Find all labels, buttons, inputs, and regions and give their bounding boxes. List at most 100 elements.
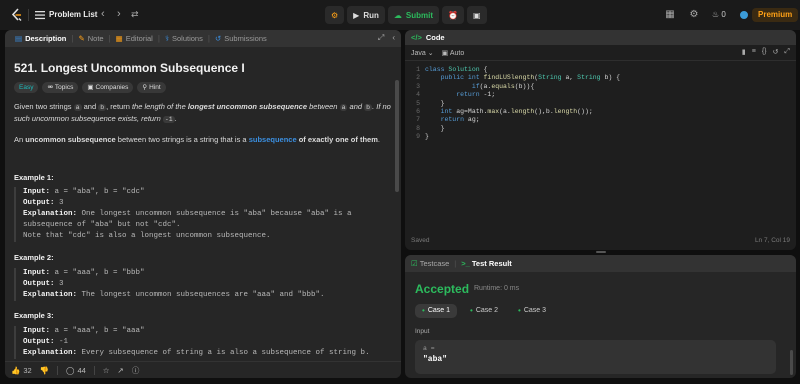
example-explanation: Explanation: Every subsequence of string… — [23, 348, 388, 359]
companies-label: Companies — [95, 84, 129, 91]
inline-code: -1 — [162, 116, 175, 123]
maximize-icon[interactable]: ⤢ — [378, 33, 384, 43]
run-button[interactable]: ▶ Run — [347, 6, 385, 24]
layout-grid-icon[interactable]: ▦ — [664, 9, 676, 21]
tag-icon: ⚮ — [47, 84, 53, 91]
example-input: Input: a = "aaa", b = "bbb" — [23, 268, 388, 279]
desc-strong: longest uncommon subsequence — [187, 102, 308, 111]
premium-button[interactable]: Premium — [752, 8, 799, 22]
book-icon: ▦ — [115, 34, 123, 43]
example-explanation-cont: Note that "cdc" is also a longest uncomm… — [23, 232, 271, 240]
desc-text: , return — [106, 102, 132, 111]
code-text: int ag=Math.max(a.length(),b.length()); — [425, 108, 593, 116]
tab-solutions[interactable]: ⚕ Solutions — [160, 30, 208, 47]
hint-label: Hint — [149, 84, 161, 91]
companies-button[interactable]: ▣ Companies — [82, 82, 134, 93]
example-title: Example 1: — [14, 173, 54, 182]
like-button[interactable]: 👍 32 — [11, 366, 32, 375]
description-icon: ▤ — [15, 34, 23, 43]
problem-list-icon[interactable] — [35, 10, 45, 20]
help-icon[interactable]: ⓘ — [132, 365, 140, 376]
case-label: Case 1 — [427, 307, 450, 314]
tab-test-result[interactable]: >_ Test Result — [461, 259, 512, 268]
language-select[interactable]: Java ⌄ — [411, 49, 434, 57]
example-output-value: 3 — [54, 280, 64, 288]
tab-note[interactable]: ✎ Note — [73, 30, 108, 47]
format-code-icon[interactable]: ≡ — [752, 48, 756, 56]
example-input-label: Input: — [23, 188, 51, 196]
comment-count: 44 — [77, 365, 86, 375]
example-input-value: a = "aaa", b = "aaa" — [50, 327, 145, 335]
tab-submissions[interactable]: ↺ Submissions — [210, 30, 272, 47]
debug-button[interactable]: ⚙ — [325, 6, 345, 24]
prev-problem-icon[interactable]: ‹ — [101, 9, 105, 20]
favorite-star-icon[interactable]: ☆ — [103, 366, 110, 375]
next-problem-icon[interactable]: › — [117, 9, 121, 20]
auto-mode-toggle[interactable]: ▣ Auto — [442, 49, 465, 57]
desc-text: between two strings is a string that is … — [115, 135, 249, 144]
topics-button[interactable]: ⚮ Topics — [42, 82, 79, 93]
dislike-button[interactable]: 👎 — [40, 366, 49, 375]
tab-editorial[interactable]: ▦ Editorial — [111, 30, 158, 47]
panel-resize-handle[interactable] — [596, 251, 606, 253]
timer-button[interactable]: ⏰ — [442, 6, 464, 24]
code-text: } — [425, 124, 445, 132]
tab-editorial-label: Editorial — [125, 34, 153, 43]
line-number: 6 — [416, 107, 420, 115]
tab-testcase[interactable]: ☑ Testcase — [411, 259, 449, 268]
problem-list-link[interactable]: Problem List — [49, 10, 97, 19]
share-icon[interactable]: ↗ — [118, 366, 124, 375]
code-line: 9} — [405, 133, 796, 141]
reset-icon[interactable]: ↺ — [773, 48, 779, 56]
desc-emphasis: and — [347, 102, 365, 111]
code-token: b) { — [600, 74, 621, 82]
code-token: (a. — [499, 107, 511, 115]
notes-button[interactable]: ▣ — [466, 6, 487, 24]
fullscreen-icon[interactable]: ⤢ — [784, 48, 790, 56]
test-panel-scrollbar[interactable] — [790, 350, 793, 375]
example-title: Example 3: — [14, 311, 54, 320]
line-number: 9 — [416, 133, 420, 141]
terminal-icon: >_ — [461, 259, 470, 268]
example-explanation: Explanation: The longest uncommon subseq… — [23, 290, 388, 301]
save-status: Saved — [411, 237, 430, 244]
code-token: class — [425, 66, 445, 73]
example-block: Input: a = "aaa", b = "aaa" Output: -1 E… — [14, 326, 388, 359]
case-tab-2[interactable]: • Case 2 — [463, 304, 505, 318]
pass-dot-icon: • — [422, 306, 425, 315]
settings-gear-icon[interactable]: ⚙ — [688, 9, 700, 21]
comments-button[interactable]: ◯ 44 — [66, 366, 86, 375]
tab-description[interactable]: ▤ Description — [10, 30, 71, 47]
example-explanation-text: Every subsequence of string a is also a … — [77, 349, 370, 357]
code-token: (b)){ — [514, 82, 535, 90]
bookmark-icon[interactable]: ▮ — [742, 48, 746, 56]
flask-icon: ⚕ — [164, 34, 169, 43]
submit-button[interactable]: ☁ Submit — [387, 6, 439, 24]
case-tab-1[interactable]: • Case 1 — [415, 304, 457, 318]
code-editor[interactable]: 1 class Solution { 2 public int findLUSle… — [405, 66, 796, 142]
example-block: Input: a = "aba", b = "cdc" Output: 3 Ex… — [14, 187, 388, 242]
result-status: Accepted — [415, 282, 470, 296]
code-token: ()); — [577, 107, 593, 115]
braces-icon[interactable]: {} — [762, 48, 767, 56]
play-icon: ▶ — [353, 10, 360, 20]
code-text: class Solution { — [425, 66, 487, 74]
code-line: 3 if(a.equals(b)){ — [405, 83, 796, 91]
hint-button[interactable]: ⚲ Hint — [137, 82, 166, 93]
case-tab-3[interactable]: • Case 3 — [511, 304, 553, 318]
subsequence-link[interactable]: subsequence — [249, 135, 297, 144]
description-scrollbar[interactable] — [395, 80, 399, 192]
user-avatar[interactable] — [737, 9, 750, 21]
example-title: Example 2: — [14, 253, 54, 262]
streak-counter[interactable]: ♨ 0 — [712, 9, 726, 21]
example-input: Input: a = "aaa", b = "aaa" — [23, 326, 388, 337]
code-token: public — [440, 74, 465, 82]
tab-description-label: Description — [25, 34, 67, 43]
random-problem-icon[interactable]: ⇄ — [131, 9, 139, 20]
collapse-icon[interactable]: ‹ — [392, 33, 395, 43]
leetcode-logo-icon[interactable] — [10, 8, 24, 22]
alarm-icon: ⏰ — [448, 10, 458, 20]
example-output-value: 3 — [54, 199, 64, 207]
tab-solutions-label: Solutions — [172, 34, 203, 43]
